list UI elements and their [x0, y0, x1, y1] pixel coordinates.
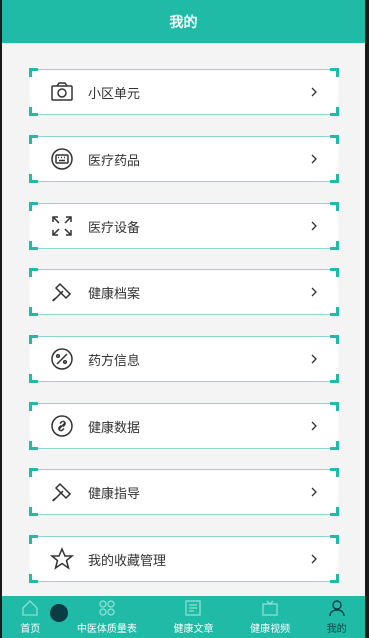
menu-item-medical-equipment[interactable]: 医疗设备: [29, 202, 339, 250]
menu-item-label: 健康指导: [88, 486, 141, 502]
menu-item-label: 药方信息: [88, 353, 141, 369]
chevron-right-icon: [311, 221, 317, 231]
link-icon: [50, 414, 74, 438]
floating-dot[interactable]: [50, 604, 68, 622]
menu-item-medicines[interactable]: 医疗药品: [29, 135, 339, 183]
tab-constitution-scale[interactable]: 中医体质量表: [77, 598, 137, 638]
menu-item-health-guidance[interactable]: 健康指导: [29, 468, 339, 516]
app-screen: 我的 小区单元 医疗药品 医疗设备 健康档案 药方信息 健康数据 健康指导 我的…: [2, 0, 365, 638]
tab-label: 中医体质量表: [76, 624, 137, 635]
tab-label: 健康视频: [250, 624, 291, 635]
menu-item-label: 医疗药品: [88, 153, 141, 169]
chevron-right-icon: [311, 154, 317, 164]
menu-item-health-data[interactable]: 健康数据: [29, 402, 339, 450]
chevron-right-icon: [311, 421, 317, 431]
home-icon: [22, 600, 38, 616]
menu-item-label: 我的收藏管理: [88, 553, 167, 569]
tab-label: 首页: [20, 624, 41, 635]
palette-icon: [50, 347, 74, 371]
video-icon: [262, 600, 278, 616]
article-icon: [185, 600, 202, 616]
menu-item-label: 健康数据: [88, 420, 141, 436]
chevron-right-icon: [311, 287, 317, 297]
chevron-right-icon: [311, 487, 317, 497]
user-icon: [328, 600, 345, 617]
page-title: 我的: [169, 14, 198, 31]
brush-icon: [50, 280, 74, 304]
brush-icon: [50, 480, 74, 504]
menu-item-label: 小区单元: [88, 86, 141, 102]
grid-icon: [99, 600, 115, 616]
tab-mine[interactable]: 我的: [327, 598, 347, 638]
menu-item-health-records[interactable]: 健康档案: [29, 268, 339, 316]
star-icon: [50, 547, 74, 571]
expand-icon: [50, 214, 74, 238]
page-header: 我的: [2, 0, 365, 43]
menu-item-label: 健康档案: [88, 286, 141, 302]
menu-item-prescriptions[interactable]: 药方信息: [29, 335, 339, 383]
camera-icon: [50, 80, 74, 104]
menu-item-community-unit[interactable]: 小区单元: [29, 68, 339, 116]
chevron-right-icon: [311, 87, 317, 97]
tab-home[interactable]: 首页: [20, 598, 40, 638]
menu-item-label: 医疗设备: [88, 220, 141, 236]
menu-item-favorites[interactable]: 我的收藏管理: [29, 535, 339, 583]
tab-health-videos[interactable]: 健康视频: [250, 598, 290, 638]
tab-health-articles[interactable]: 健康文章: [173, 598, 213, 638]
chevron-right-icon: [311, 354, 317, 364]
chevron-right-icon: [311, 554, 317, 564]
keyboard-icon: [50, 147, 74, 171]
tab-label: 健康文章: [173, 624, 214, 635]
tab-label: 我的: [326, 624, 347, 635]
